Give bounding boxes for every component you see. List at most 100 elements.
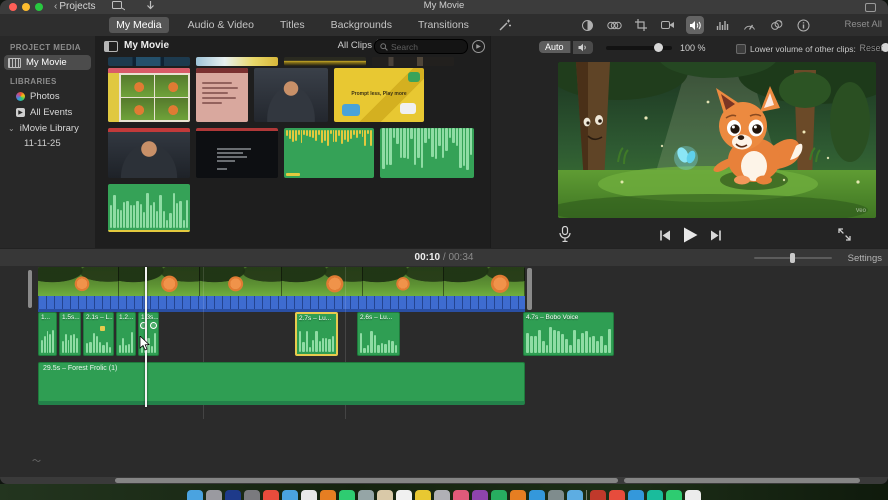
audio-clip-bobo-voice[interactable]: 4.7s – Bobo Voice: [523, 312, 614, 356]
dock-app-icon[interactable]: [263, 490, 279, 500]
media-thumbnail[interactable]: [284, 57, 366, 66]
dock-app-icon[interactable]: [472, 490, 488, 500]
dock-app-icon[interactable]: [339, 490, 355, 500]
mute-button[interactable]: [573, 41, 593, 54]
media-thumbnail-promo[interactable]: Prompt less, Play more: [334, 68, 424, 122]
filmstrip-frame[interactable]: [119, 267, 201, 296]
dock-app-icon[interactable]: [377, 490, 393, 500]
dock-app-icon[interactable]: [282, 490, 298, 500]
dock-app-icon[interactable]: [510, 490, 526, 500]
audio-clip[interactable]: 1...: [38, 312, 57, 356]
media-thumbnail-fox-grid[interactable]: [108, 68, 190, 122]
reset-all-button[interactable]: Reset All: [845, 19, 883, 30]
dock-app-icon[interactable]: [628, 490, 644, 500]
audio-clip[interactable]: 1.2...: [116, 312, 136, 356]
skip-forward-button[interactable]: [710, 230, 722, 241]
search-input[interactable]: Search: [374, 39, 468, 54]
tab-titles[interactable]: Titles: [273, 17, 312, 33]
dock-app-icon[interactable]: [685, 490, 701, 500]
tab-my-media[interactable]: My Media: [109, 17, 169, 33]
media-thumbnail-audio-green[interactable]: [380, 128, 474, 178]
media-thumbnail-presenter[interactable]: [254, 68, 328, 122]
dock-app-icon[interactable]: [187, 490, 203, 500]
dock-app-icon[interactable]: [647, 490, 663, 500]
skip-back-button[interactable]: [659, 230, 671, 241]
audio-clip[interactable]: 2.6s – Lu...: [357, 312, 400, 356]
filmstrip-frame[interactable]: [362, 267, 444, 296]
volume-slider-knob[interactable]: [654, 43, 663, 52]
tab-audio-video[interactable]: Audio & Video: [181, 17, 261, 33]
dock-app-icon[interactable]: [206, 490, 222, 500]
circle-arrow-icon[interactable]: ▶: [472, 40, 485, 53]
media-thumbnail[interactable]: [196, 57, 278, 66]
tab-transitions[interactable]: Transitions: [411, 17, 476, 33]
lower-volume-checkbox[interactable]: [736, 44, 746, 54]
dock-app-icon[interactable]: [320, 490, 336, 500]
timeline-left-edge-handle[interactable]: [28, 270, 32, 308]
dock-app-icon[interactable]: [666, 490, 682, 500]
sidebar-item-imovie-library[interactable]: ⌄ iMovie Library: [4, 121, 91, 136]
audio-clip[interactable]: 2.1s – L...: [83, 312, 114, 356]
sidebar-item-all-events[interactable]: ▶ All Events: [12, 105, 91, 120]
effects-icon[interactable]: [767, 16, 785, 34]
filmstrip-frame[interactable]: [38, 267, 120, 296]
dock-app-icon[interactable]: [609, 490, 625, 500]
chevron-down-icon[interactable]: ⌄: [8, 124, 15, 133]
sidebar-item-my-movie[interactable]: My Movie: [4, 55, 91, 70]
clip-right-edge-handle[interactable]: [527, 268, 532, 310]
media-thumbnail-audio-clip[interactable]: [108, 184, 190, 232]
media-thumbnail[interactable]: [372, 57, 454, 66]
audio-clip-selected[interactable]: 2.7s – Lu...: [295, 312, 338, 356]
auto-volume-button[interactable]: Auto: [539, 41, 571, 53]
media-thumbnail-document[interactable]: [196, 68, 248, 122]
color-balance-icon[interactable]: [578, 16, 596, 34]
toggle-sidebar-icon[interactable]: [104, 41, 118, 52]
horizontal-scrollbar[interactable]: [624, 478, 860, 483]
fade-handle[interactable]: [150, 322, 157, 329]
background-music-clip[interactable]: 29.5s – Forest Frolic (1): [38, 362, 525, 405]
dock-app-icon[interactable]: [396, 490, 412, 500]
tab-backgrounds[interactable]: Backgrounds: [324, 17, 399, 33]
color-correction-icon[interactable]: [605, 16, 623, 34]
media-thumbnail[interactable]: [108, 57, 190, 66]
sidebar-item-library-date[interactable]: 11-11-25: [24, 138, 95, 149]
attached-audio-strip[interactable]: [38, 296, 525, 312]
horizontal-scrollbar[interactable]: [115, 478, 618, 483]
dock-app-icon[interactable]: [548, 490, 564, 500]
crop-icon[interactable]: [632, 16, 650, 34]
filmstrip-frame[interactable]: [443, 267, 525, 296]
speed-icon[interactable]: [740, 16, 758, 34]
dock-app-icon[interactable]: [529, 490, 545, 500]
audio-clip[interactable]: 1.5s...: [59, 312, 81, 356]
dock-app-icon[interactable]: [225, 490, 241, 500]
noise-reduction-icon[interactable]: [713, 16, 731, 34]
sidebar-item-photos[interactable]: Photos: [12, 89, 91, 104]
media-thumbnail-audio-yellow[interactable]: [284, 128, 374, 178]
dock-app-icon[interactable]: [567, 490, 583, 500]
display-icon[interactable]: [865, 3, 876, 12]
reset-volume-button[interactable]: Reset: [859, 43, 883, 53]
filmstrip-frame[interactable]: [281, 267, 363, 296]
timeline[interactable]: 1... 1.5s... 2.1s – L... 1.2... 1.3s... …: [0, 266, 888, 477]
zoom-slider-thumb[interactable]: [790, 253, 795, 263]
timeline-zoom-slider[interactable]: [754, 253, 832, 263]
dock-app-icon[interactable]: [453, 490, 469, 500]
play-button[interactable]: [683, 227, 698, 243]
enhance-wand-icon[interactable]: [498, 18, 512, 32]
dock-app-icon[interactable]: [358, 490, 374, 500]
video-clip-filmstrip[interactable]: [38, 267, 525, 296]
dock-app-icon[interactable]: [301, 490, 317, 500]
timeline-settings-button[interactable]: Settings: [848, 253, 882, 264]
dock-app-icon[interactable]: [434, 490, 450, 500]
stabilization-icon[interactable]: [659, 16, 677, 34]
fullscreen-button[interactable]: [838, 228, 851, 241]
filmstrip-frame[interactable]: [200, 267, 282, 296]
volume-slider[interactable]: [606, 43, 672, 52]
dock-app-icon[interactable]: [244, 490, 260, 500]
info-icon[interactable]: [794, 16, 812, 34]
dock-app-icon[interactable]: [415, 490, 431, 500]
dock-app-icon[interactable]: [491, 490, 507, 500]
volume-keyframe-marker[interactable]: [100, 326, 105, 331]
dock-app-icon[interactable]: [590, 490, 606, 500]
media-thumbnail-code-screen[interactable]: [196, 128, 278, 178]
